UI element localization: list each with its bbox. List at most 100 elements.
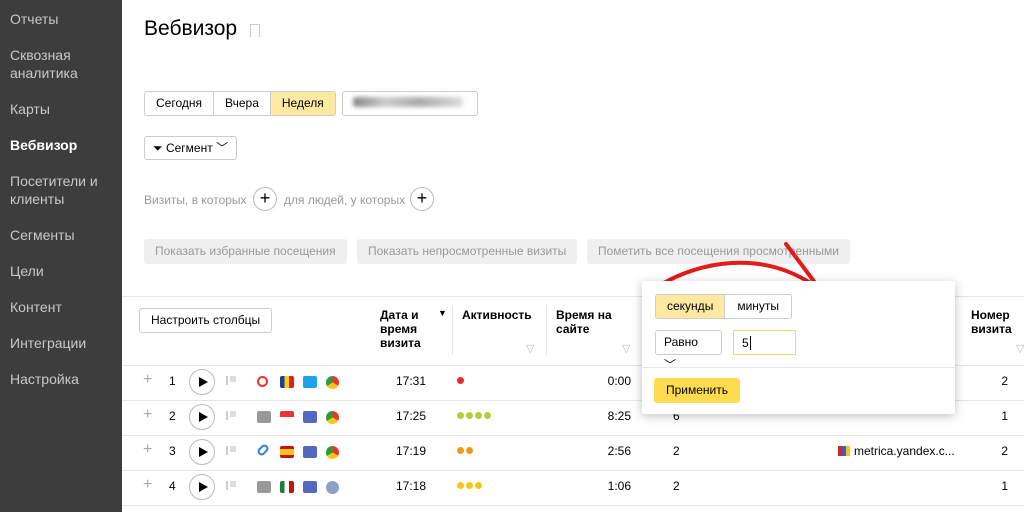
show-unviewed-button[interactable]: Показать непросмотренные визиты (357, 239, 578, 264)
header-time-on-site[interactable]: Время на сайте (556, 308, 626, 336)
country-flag-icon (280, 376, 294, 388)
header-activity[interactable]: Активность (462, 308, 532, 322)
activity-dot (457, 412, 464, 419)
visit-number: 2 (1001, 444, 1008, 458)
sort-desc-icon[interactable]: ▼ (438, 308, 447, 318)
header-visit-number[interactable]: Номер визита (971, 308, 1021, 336)
activity-dot (457, 377, 464, 384)
referrer-link[interactable]: metrica.yandex.c... (854, 444, 955, 458)
period-today[interactable]: Сегодня (145, 92, 214, 115)
page-title: Вебвизор (144, 17, 238, 40)
date-range-input[interactable] (342, 91, 478, 116)
page-depth: 2 (673, 479, 680, 493)
country-flag-icon (280, 446, 294, 458)
browser-icon (326, 376, 339, 389)
flag-icon[interactable] (226, 481, 236, 490)
activity-indicator (457, 373, 466, 387)
sidebar-item-analytics[interactable]: Сквозная аналитика (0, 46, 122, 82)
play-button[interactable] (189, 439, 215, 465)
sidebar-item-maps[interactable]: Карты (0, 100, 122, 118)
visit-number-filter-icon[interactable]: ▽ (1016, 342, 1024, 355)
people-condition-label: для людей, у которых (284, 193, 406, 207)
visit-time: 17:18 (395, 479, 426, 493)
chevron-down-icon: ﹀ (664, 358, 677, 372)
flag-icon[interactable] (226, 446, 236, 455)
row-number: 2 (169, 409, 176, 423)
activity-indicator (457, 408, 493, 422)
os-icon (303, 411, 317, 423)
activity-dot (475, 412, 482, 419)
unit-toggle: секунды минуты (655, 294, 793, 319)
period-yesterday[interactable]: Вчера (214, 92, 271, 115)
activity-dot (466, 482, 473, 489)
show-favorites-button[interactable]: Показать избранные посещения (144, 239, 347, 264)
expand-icon[interactable]: + (143, 476, 152, 494)
flag-icon[interactable] (226, 376, 236, 385)
visit-number: 2 (1001, 374, 1008, 388)
activity-indicator (457, 478, 484, 492)
row-number: 1 (169, 374, 176, 388)
expand-icon[interactable]: + (143, 441, 152, 459)
table-row[interactable]: + 4 17:18 1:06 2 1 (122, 470, 1024, 505)
sidebar-item-settings[interactable]: Настройка (0, 370, 122, 388)
activity-dot (475, 482, 482, 489)
value-input[interactable]: 5 (733, 330, 796, 355)
play-button[interactable] (189, 474, 215, 500)
value-text: 5 (742, 336, 749, 350)
flag-icon[interactable] (226, 411, 236, 420)
os-icon (303, 376, 317, 388)
bookmark-icon[interactable] (250, 24, 260, 37)
activity-dot (466, 412, 473, 419)
play-button[interactable] (189, 369, 215, 395)
period-selector: Сегодня Вчера Неделя (144, 91, 336, 116)
visit-time: 17:19 (395, 444, 426, 458)
traffic-source-icon (257, 411, 271, 423)
column-divider (546, 305, 547, 355)
activity-indicator (457, 443, 475, 457)
time-on-site: 8:25 (607, 409, 631, 423)
column-divider (452, 305, 453, 355)
time-on-site: 2:56 (607, 444, 631, 458)
unit-seconds[interactable]: секунды (656, 295, 726, 318)
browser-icon (326, 481, 339, 494)
os-icon (303, 481, 317, 493)
period-week[interactable]: Неделя (270, 92, 335, 115)
time-on-site: 1:06 (607, 479, 631, 493)
time-on-site-filter-icon[interactable]: ▽ (622, 342, 630, 355)
mark-all-viewed-button[interactable]: Пометить все посещения просмотренными (587, 239, 850, 264)
sidebar-item-visitors[interactable]: Посетители и клиенты (0, 172, 122, 208)
blurred-date (353, 97, 463, 107)
expand-icon[interactable]: + (143, 371, 152, 389)
play-button[interactable] (189, 404, 215, 430)
configure-columns-button[interactable]: Настроить столбцы (139, 308, 273, 333)
apply-button[interactable]: Применить (654, 378, 741, 403)
sidebar-item-integrations[interactable]: Интеграции (0, 334, 122, 352)
activity-dot (484, 412, 491, 419)
operator-select[interactable]: Равно ﹀ (655, 330, 722, 372)
table-row[interactable]: + 3 17:19 2:56 2 metrica.yandex.c... 2 (122, 435, 1024, 470)
activity-filter-icon[interactable]: ▽ (526, 342, 534, 355)
expand-icon[interactable]: + (143, 406, 152, 424)
visit-number: 1 (1001, 409, 1008, 423)
browser-icon (326, 446, 339, 459)
activity-dot (457, 447, 464, 454)
operator-value: Равно (664, 335, 698, 349)
sidebar-item-content[interactable]: Контент (0, 298, 122, 316)
header-datetime[interactable]: Дата и время визита (380, 308, 440, 350)
add-people-condition-button[interactable]: + (410, 187, 434, 211)
divider (122, 505, 1024, 506)
segment-button[interactable]: ⏷ Сегмент ﹀ (144, 136, 238, 160)
row-number: 3 (169, 444, 176, 458)
sidebar-item-goals[interactable]: Цели (0, 262, 122, 280)
page-depth: 2 (673, 444, 680, 458)
add-visit-condition-button[interactable]: + (253, 187, 277, 211)
segment-label: Сегмент (165, 141, 213, 155)
divider (642, 367, 955, 368)
unit-minutes[interactable]: минуты (725, 295, 791, 318)
sidebar-item-reports[interactable]: Отчеты (0, 10, 122, 28)
time-on-site: 0:00 (607, 374, 631, 388)
sidebar-item-webvisor[interactable]: Вебвизор (0, 136, 122, 154)
os-icon (303, 446, 317, 458)
sidebar-item-segments[interactable]: Сегменты (0, 226, 122, 244)
filter-icon: ⏷ (153, 141, 163, 155)
